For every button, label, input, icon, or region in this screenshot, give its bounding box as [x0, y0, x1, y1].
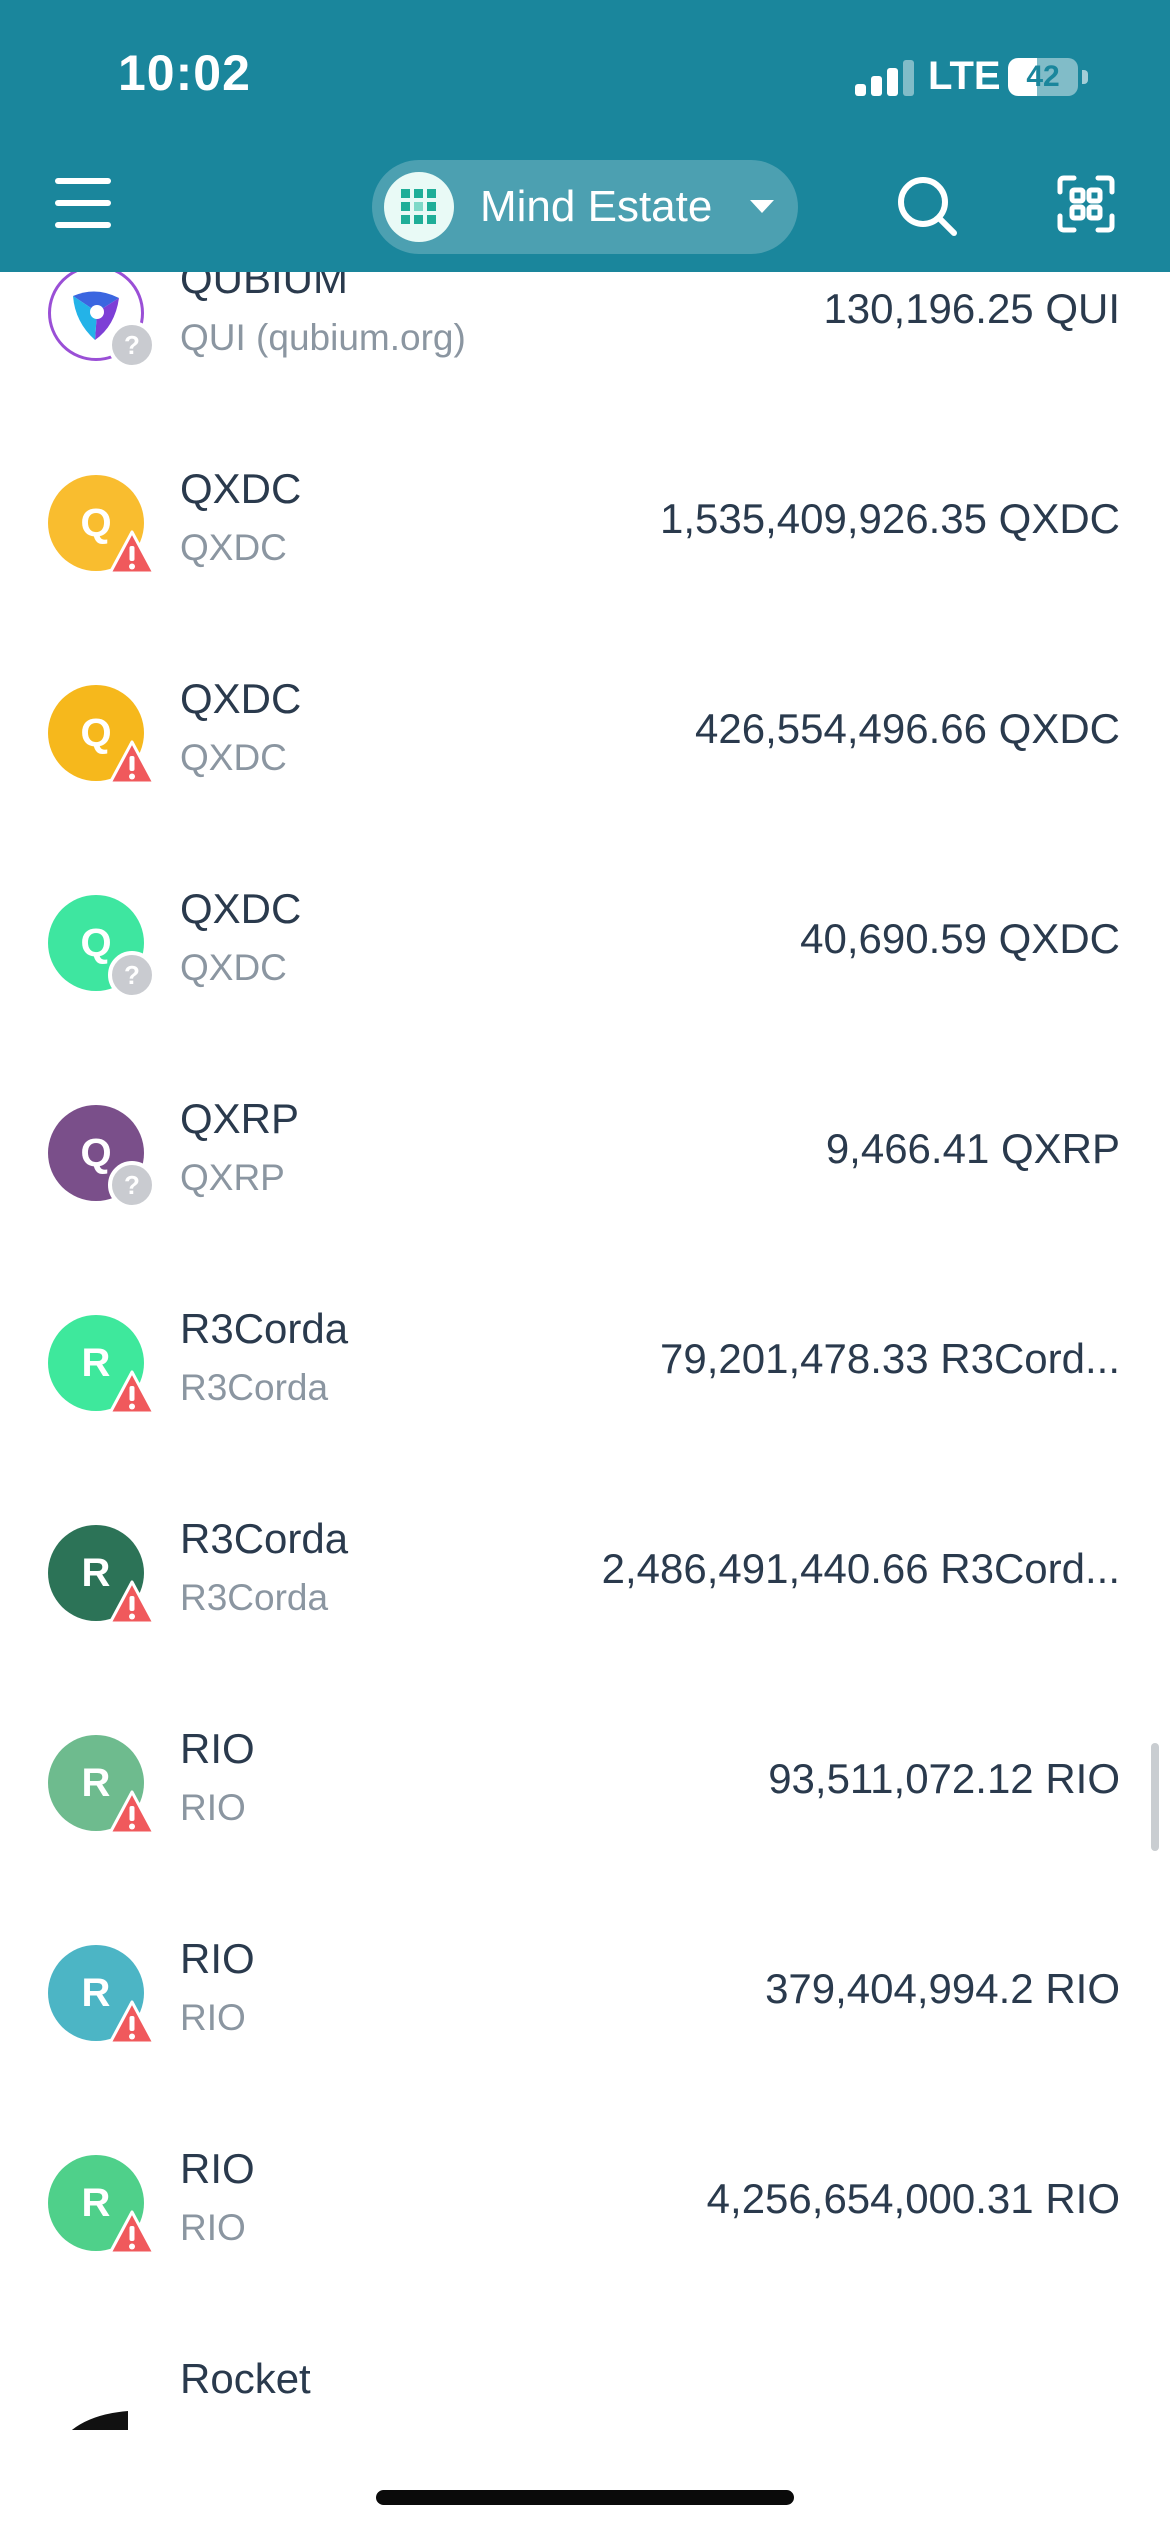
caret-down-icon	[750, 200, 774, 213]
token-balance: 4,256,654,000.31 RIO	[706, 2175, 1120, 2222]
token-symbol: RIO	[180, 1997, 246, 2038]
token-name: Rocket	[180, 2355, 311, 2402]
token-balance: 379,404,994.2 RIO	[765, 1965, 1120, 2012]
token-logo-letter: Q	[80, 711, 112, 755]
home-indicator[interactable]	[376, 2490, 794, 2505]
token-logo-letter: Q	[80, 1131, 112, 1175]
token-logo-letter: R	[81, 1761, 111, 1805]
token-logo-letter: R	[81, 1551, 111, 1595]
app-header: 10:02 LTE 42 Mind Estate	[0, 0, 1170, 272]
hamburger-menu-icon[interactable]	[55, 178, 111, 228]
unknown-token-icon: ?	[108, 1161, 156, 1209]
token-symbol: QUI (qubium.org)	[180, 317, 466, 358]
token-name: R3Corda	[180, 1515, 349, 1562]
token-balance: 2,486,491,440.66 R3Cord...	[601, 1545, 1120, 1592]
token-symbol: QXDC	[180, 947, 287, 988]
warning-icon	[108, 2209, 156, 2257]
token-balance: 130,196.25 QUI	[823, 285, 1120, 332]
token-logo-letter: Q	[80, 921, 112, 965]
token-symbol: R3Corda	[180, 1367, 329, 1408]
scrollbar[interactable]	[1151, 1743, 1159, 1851]
wallet-selector[interactable]: Mind Estate	[372, 160, 798, 254]
token-name: QUBIUM	[180, 272, 348, 302]
network-type: LTE	[928, 54, 1001, 98]
token-symbol: RIO	[180, 1787, 246, 1828]
token-row[interactable]: ? QUBIUM QUI (qubium.org) 130,196.25 QUI	[0, 272, 1170, 425]
qr-scan-icon[interactable]	[1056, 174, 1116, 234]
token-balance: 426,554,496.66 QXDC	[695, 705, 1120, 752]
token-balance: 79,201,478.33 R3Cord...	[660, 1335, 1120, 1382]
svg-text:?: ?	[124, 330, 140, 360]
token-logo-letter: R	[81, 2181, 111, 2225]
token-row[interactable]: R RIO RIO 4,256,654,000.31 RIO	[0, 2105, 1170, 2315]
unknown-token-icon: ?	[108, 951, 156, 999]
warning-icon	[108, 739, 156, 787]
token-symbol: QXDC	[180, 737, 287, 778]
token-balance: 1,535,409,926.35 QXDC	[660, 495, 1120, 542]
unknown-token-icon: ?	[108, 321, 156, 369]
svg-text:?: ?	[124, 1170, 140, 1200]
token-logo-letter: Q	[80, 501, 112, 545]
token-balance: 93,511,072.12 RIO	[768, 1755, 1120, 1802]
battery-tip	[1082, 70, 1088, 84]
battery-icon: 42	[1008, 58, 1078, 96]
token-symbol: R3Corda	[180, 1577, 329, 1618]
warning-icon	[108, 1999, 156, 2047]
token-row[interactable]: R RIO RIO 379,404,994.2 RIO	[0, 1895, 1170, 2105]
token-logo-letter: R	[81, 1341, 111, 1385]
warning-icon	[108, 1369, 156, 1417]
token-name: QXDC	[180, 885, 302, 932]
status-time: 10:02	[118, 45, 251, 101]
token-row[interactable]: Rocket	[0, 2315, 1170, 2430]
svg-text:?: ?	[124, 960, 140, 990]
token-row[interactable]: Q? QXRP QXRP 9,466.41 QXRP	[0, 1055, 1170, 1265]
token-symbol: QXRP	[180, 1157, 285, 1198]
warning-icon	[108, 529, 156, 577]
token-row[interactable]: R R3Corda R3Corda 79,201,478.33 R3Cord...	[0, 1265, 1170, 1475]
token-balance: 40,690.59 QXDC	[800, 915, 1120, 962]
token-name: RIO	[180, 2145, 255, 2192]
token-row[interactable]: R RIO RIO 93,511,072.12 RIO	[0, 1685, 1170, 1895]
battery-percent: 42	[1026, 60, 1060, 93]
token-balance: 9,466.41 QXRP	[825, 1125, 1120, 1172]
wallet-name: Mind Estate	[480, 182, 713, 231]
token-row[interactable]: Q QXDC QXDC 426,554,496.66 QXDC	[0, 635, 1170, 845]
token-logo-letter: R	[81, 1971, 111, 2015]
token-name: RIO	[180, 1725, 255, 1772]
token-list[interactable]: ? QUBIUM QUI (qubium.org) 130,196.25 QUI Q QX…	[0, 272, 1170, 2430]
token-row[interactable]: Q? QXDC QXDC 40,690.59 QXDC	[0, 845, 1170, 1055]
token-name: QXRP	[180, 1095, 300, 1142]
warning-icon	[108, 1789, 156, 1837]
token-name: RIO	[180, 1935, 255, 1982]
warning-icon	[108, 1579, 156, 1627]
token-symbol: QXDC	[180, 527, 287, 568]
token-logo-icon	[48, 2365, 144, 2430]
token-name: R3Corda	[180, 1305, 349, 1352]
cellular-signal-icon	[855, 60, 915, 96]
token-row[interactable]: R R3Corda R3Corda 2,486,491,440.66 R3Cord..…	[0, 1475, 1170, 1685]
token-row[interactable]: Q QXDC QXDC 1,535,409,926.35 QXDC	[0, 425, 1170, 635]
token-name: QXDC	[180, 675, 302, 722]
wallet-avatar-icon	[384, 172, 454, 242]
search-icon[interactable]	[896, 175, 960, 239]
token-symbol: RIO	[180, 2207, 246, 2248]
token-name: QXDC	[180, 465, 302, 512]
